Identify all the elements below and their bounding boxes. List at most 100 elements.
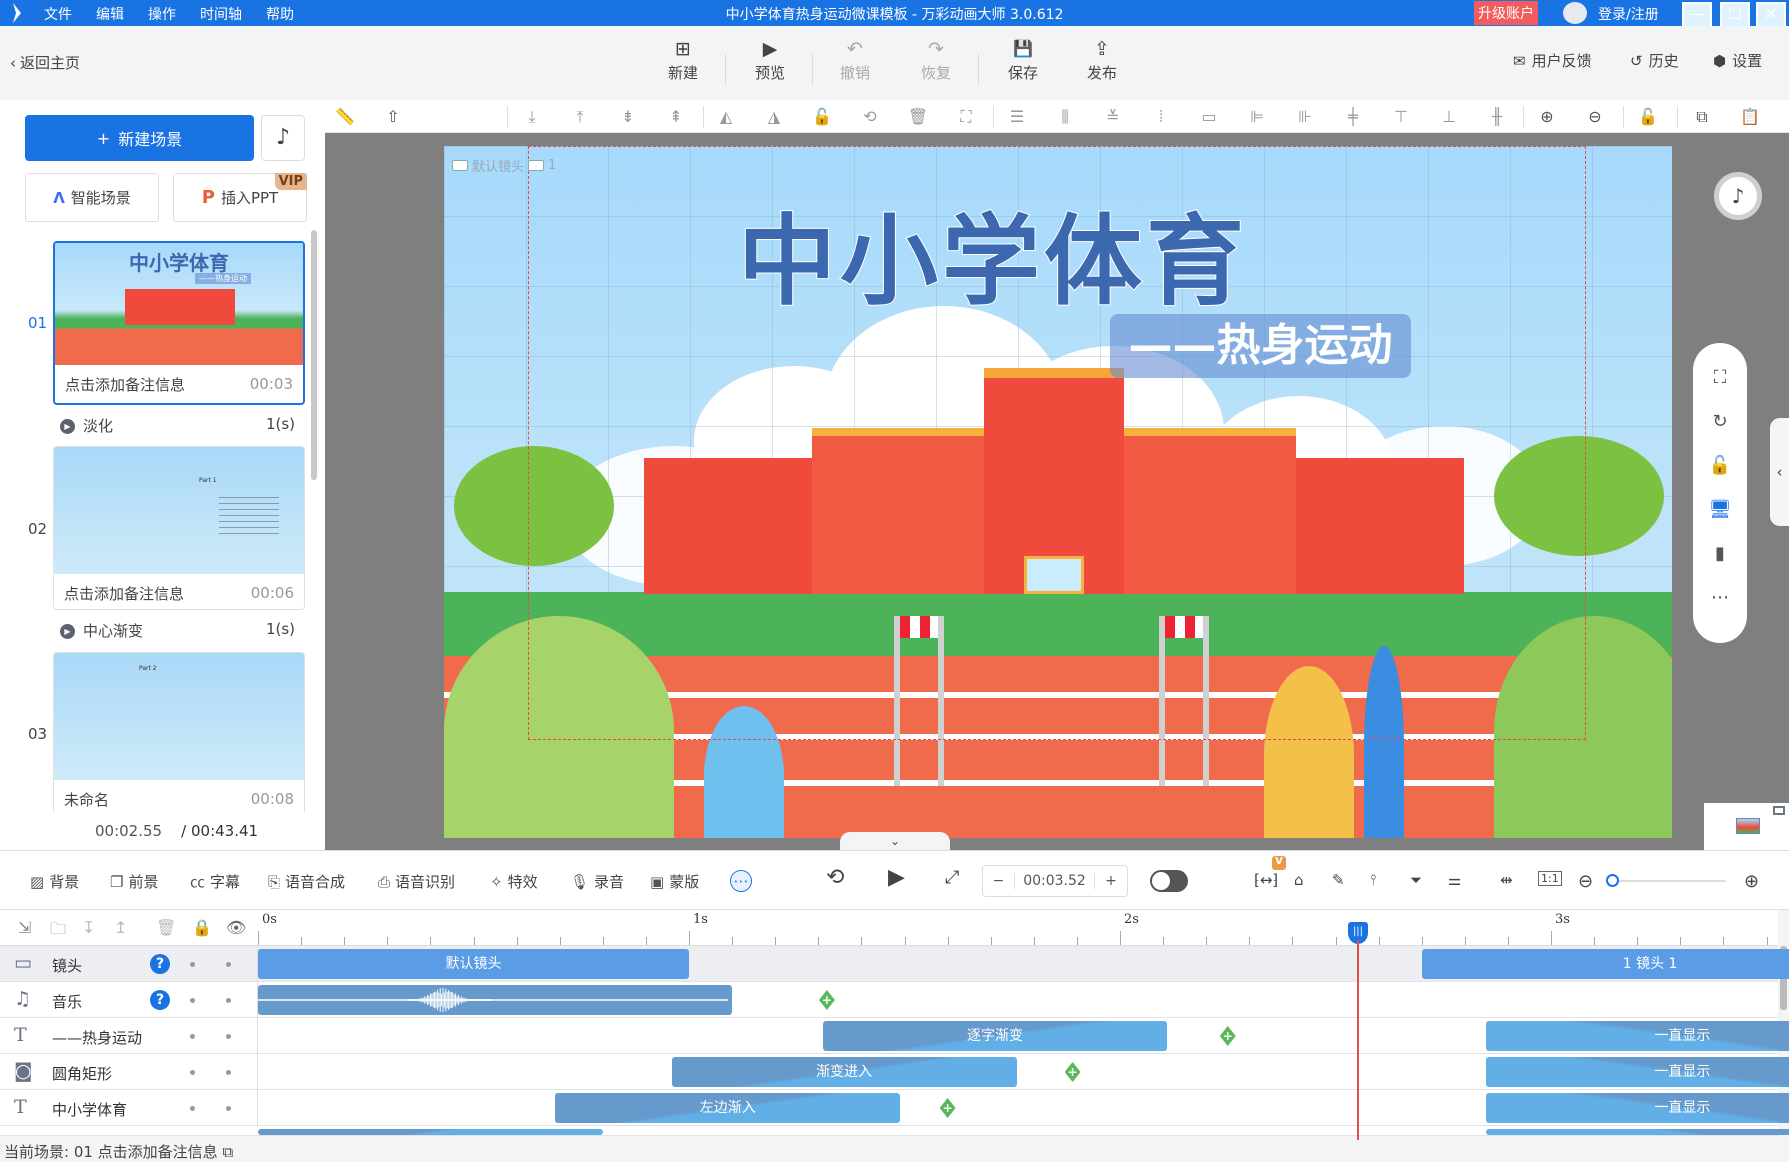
eye-icon[interactable]: 👁 <box>226 918 246 937</box>
timeline-zoom-knob[interactable] <box>1606 874 1619 887</box>
scene-note[interactable]: 点击添加备注信息 <box>65 374 185 395</box>
animation-clip[interactable]: 逐字渐变 <box>822 1021 1168 1051</box>
menu-operate[interactable]: 操作 <box>148 4 176 24</box>
distribute-horizontal-icon[interactable]: ⫼ <box>1054 106 1076 128</box>
scene-note[interactable]: 点击添加备注信息 <box>64 583 184 604</box>
lock-all-icon[interactable]: 🔒 <box>192 918 212 937</box>
history-button[interactable]: ↺ 历史 <box>1630 50 1679 71</box>
music-clip[interactable] <box>258 985 733 1015</box>
track-label[interactable]: ♫ 音乐? <box>0 982 258 1018</box>
transition-item[interactable]: ▶ 淡化 1(s) <box>60 415 295 436</box>
scene-card-03[interactable]: Part 2 未命名 00:08 <box>53 652 305 812</box>
split-button[interactable]: ⫯ <box>1370 871 1377 889</box>
subtitle-button[interactable]: ㏄字幕 <box>190 871 240 892</box>
distribute-vertical-icon[interactable]: ☰ <box>1006 106 1028 128</box>
camera-clip[interactable]: 默认镜头 <box>258 949 689 979</box>
animation-clip[interactable]: 渐变进入 <box>671 1057 1017 1087</box>
save-button[interactable]: 💾 保存 <box>988 38 1058 83</box>
menu-file[interactable]: 文件 <box>44 4 72 24</box>
time-decrement-button[interactable]: − <box>983 873 1015 889</box>
group-icon[interactable]: ⛶ <box>955 106 977 128</box>
always-show-clip[interactable]: 一直显示 <box>1486 1057 1789 1087</box>
minimap-toggle-icon[interactable] <box>1773 806 1785 815</box>
more-icon[interactable]: ⋯ <box>1693 587 1747 608</box>
fit-width-button[interactable]: ⇹ <box>1500 871 1513 889</box>
redo-button[interactable]: ↷ 恢复 <box>901 38 971 83</box>
rotate-icon[interactable]: ⟲ <box>859 106 881 128</box>
new-folder-icon[interactable]: 🗀 <box>50 918 66 945</box>
time-stepper[interactable]: − 00:03.52 + <box>982 865 1128 897</box>
play-button[interactable]: ▶ <box>888 865 905 890</box>
always-show-clip[interactable]: 一直显示 <box>1486 1021 1789 1051</box>
align-middle-icon[interactable]: ╫ <box>1486 106 1508 128</box>
lock-dot[interactable] <box>190 1070 195 1075</box>
track-label[interactable]: T ——热身运动 <box>0 1018 258 1054</box>
align-bottom-icon[interactable]: ⊥ <box>1438 106 1460 128</box>
time-input[interactable]: 00:03.52 <box>1015 873 1095 889</box>
toggle-switch[interactable] <box>1150 870 1188 892</box>
camera-frame[interactable] <box>528 146 1586 740</box>
lock-icon[interactable]: 🔓 <box>811 106 833 128</box>
fit-button[interactable]: ⁅↔⁆ <box>1254 871 1278 889</box>
background-music-button[interactable]: ♪ <box>1714 172 1762 220</box>
same-size-icon[interactable]: ▭ <box>1198 106 1220 128</box>
lock-dot[interactable] <box>190 962 195 967</box>
collapse-canvas-button[interactable]: ⌄ <box>840 832 950 850</box>
publish-button[interactable]: ⇪ 发布 <box>1067 38 1137 83</box>
actual-size-button[interactable]: 1:1 <box>1538 871 1562 886</box>
new-scene-button[interactable]: + 新建场景 <box>25 115 254 161</box>
scene-music-button[interactable]: ♪ <box>261 115 305 161</box>
move-down-icon[interactable]: ↧ <box>82 918 95 937</box>
same-width-icon[interactable]: ⦙ <box>1150 106 1172 128</box>
home-icon[interactable]: ⇧ <box>382 106 404 128</box>
help-icon[interactable]: ? <box>150 990 170 1010</box>
transition-item[interactable]: ▶ 中心渐变 1(s) <box>60 620 295 641</box>
effects-button[interactable]: ✧ 特效 <box>490 871 538 892</box>
insert-ppt-button[interactable]: P 插入PPT VIP <box>173 173 307 222</box>
new-button[interactable]: ⊞ 新建 <box>648 38 718 83</box>
paste-icon[interactable]: 📋 <box>1739 106 1761 128</box>
avatar[interactable] <box>1563 2 1587 24</box>
mask-button[interactable]: ▣ 蒙版 <box>650 871 699 892</box>
always-show-clip[interactable]: 一直显示 <box>1486 1093 1789 1123</box>
track-label[interactable]: ▭ 镜头? <box>0 946 258 982</box>
ruler-icon[interactable]: 📏 <box>334 106 356 128</box>
animation-clip[interactable]: 左边渐入 <box>555 1093 901 1123</box>
animation-clip[interactable] <box>258 1129 603 1135</box>
minimap[interactable] <box>1704 803 1789 850</box>
delete-icon[interactable]: 🗑 <box>907 106 929 128</box>
menu-help[interactable]: 帮助 <box>266 4 294 24</box>
record-button[interactable]: 🎙 录音 <box>570 871 624 892</box>
scene-note[interactable]: 未命名 <box>64 789 109 810</box>
align-center-icon[interactable]: ╪ <box>1342 106 1364 128</box>
menu-timeline[interactable]: 时间轴 <box>200 4 242 24</box>
track-label[interactable]: T 中小学体育 <box>0 1090 258 1126</box>
timeline-zoom-in-button[interactable]: ⊕ <box>1744 871 1759 892</box>
camera-clip[interactable]: 1 镜头 1 <box>1421 949 1789 979</box>
animation-clip[interactable] <box>1486 1129 1789 1135</box>
visibility-dot[interactable] <box>226 1106 231 1111</box>
same-height-icon[interactable]: ≚ <box>1102 106 1124 128</box>
scene-card-02[interactable]: Part 1 点击添加备注信息 00:06 <box>53 446 305 610</box>
unlock-icon[interactable]: 🔓 <box>1693 455 1747 476</box>
background-button[interactable]: ▨ 背景 <box>30 871 79 892</box>
visibility-dot[interactable] <box>226 1070 231 1075</box>
import-icon[interactable]: ⇲ <box>18 918 31 937</box>
timeline-zoom-slider[interactable] <box>1612 880 1726 882</box>
scene-card-01[interactable]: 中小学体育 ——热身运动 点击添加备注信息 00:03 <box>53 241 305 405</box>
copy-icon[interactable]: ⧉ <box>222 1143 233 1161</box>
scene-canvas[interactable]: 中小学体育 ——热身运动 默认镜头 1 <box>444 146 1672 838</box>
time-increment-button[interactable]: + <box>1095 873 1127 889</box>
speech-synthesis-button[interactable]: ⎘ 语音合成 <box>268 871 345 892</box>
filter-button[interactable]: ⏷ <box>1410 871 1422 889</box>
rotate-screen-icon[interactable]: ↻ <box>1693 411 1747 432</box>
zoom-in-icon[interactable]: ⊕ <box>1536 106 1558 128</box>
expand-right-panel-button[interactable]: ‹ <box>1770 418 1789 526</box>
feedback-button[interactable]: ✉ 用户反馈 <box>1513 50 1592 71</box>
preview-button[interactable]: ▶ 预览 <box>735 38 805 83</box>
move-up-icon[interactable]: ↥ <box>114 918 127 937</box>
move-up-icon[interactable]: ⇞ <box>665 106 687 128</box>
move-top-icon[interactable]: ⤒ <box>569 106 591 128</box>
desktop-icon[interactable]: 🖥 <box>1693 499 1747 520</box>
snapshot-button[interactable]: ⌂ <box>1294 871 1304 889</box>
